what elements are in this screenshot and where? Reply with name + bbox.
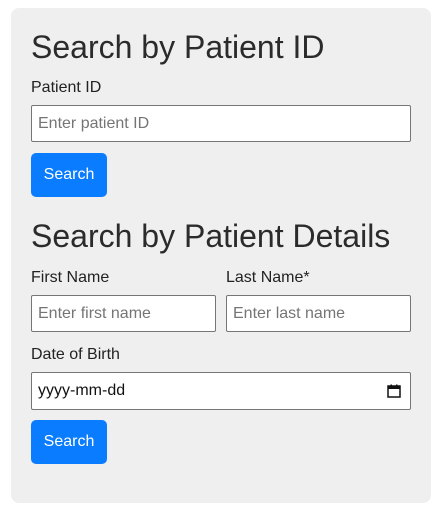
dob-label: Date of Birth — [31, 346, 120, 363]
first-name-label: First Name — [31, 269, 110, 286]
last-name-label: Last Name* — [226, 269, 310, 286]
dob-value[interactable]: yyyy-mm-dd — [38, 383, 125, 399]
calendar-icon[interactable] — [387, 384, 401, 398]
search-by-details-button[interactable]: Search — [31, 420, 107, 464]
patient-id-input[interactable] — [31, 105, 411, 142]
patient-details-heading: Search by Patient Details — [31, 218, 391, 254]
patient-id-heading: Search by Patient ID — [31, 29, 325, 65]
first-name-input[interactable] — [31, 295, 216, 332]
search-by-id-button[interactable]: Search — [31, 153, 107, 197]
search-panel: Search by Patient ID Patient ID Search S… — [11, 8, 431, 503]
last-name-input[interactable] — [226, 295, 411, 332]
patient-id-label: Patient ID — [31, 79, 102, 96]
dob-date-input[interactable]: yyyy-mm-dd — [31, 372, 411, 410]
